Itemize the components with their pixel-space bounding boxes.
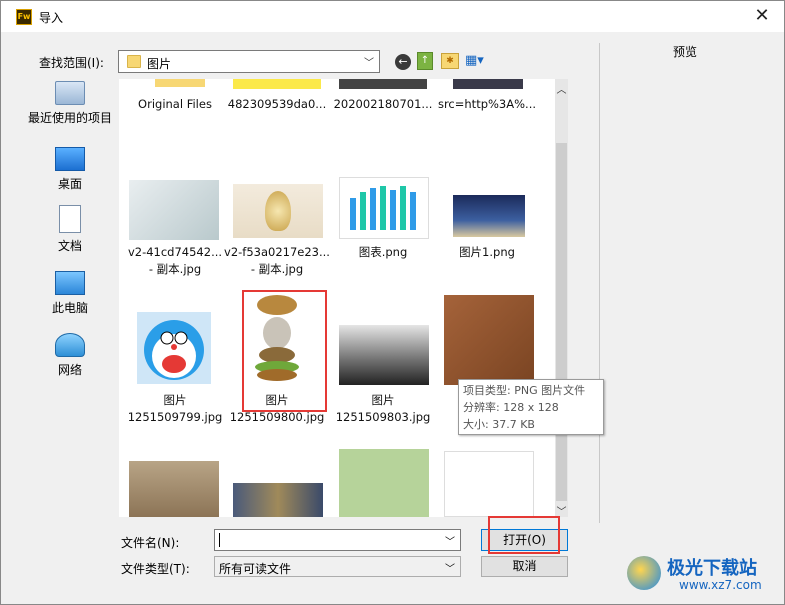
vertical-scrollbar[interactable]: ︿ ﹀ (555, 79, 568, 518)
file-label: - 副本.jpg (148, 262, 202, 276)
title-bar: Fw 导入 ✕ (1, 1, 784, 32)
new-folder-icon[interactable]: ✱ (441, 53, 459, 69)
file-label: 482309539da0... (227, 97, 327, 111)
watermark-title: 极光下载站 (667, 558, 757, 579)
tooltip-size: 大小: 37.7 KB (463, 418, 535, 431)
lookin-dropdown[interactable]: 图片 ﹀ (118, 50, 380, 73)
file-label: 图片 (163, 393, 187, 407)
place-label: 最近使用的项目 (27, 111, 112, 125)
scroll-up-icon[interactable]: ︿ (555, 81, 568, 96)
file-label: 图片1.png (459, 245, 515, 259)
tooltip-resolution: 分辨率: 128 x 128 (463, 401, 559, 414)
dialog-title: 导入 (39, 11, 64, 25)
image-thumbnail (129, 180, 219, 240)
open-button[interactable]: 打开(O) (481, 529, 568, 551)
desktop-icon (55, 147, 85, 171)
close-button[interactable]: ✕ (750, 4, 774, 28)
image-thumbnail (453, 195, 525, 237)
document-thumbnail (444, 451, 534, 517)
burger-cat-thumbnail (249, 293, 305, 385)
import-dialog: Fw 导入 ✕ 查找范围(I): 图片 ﹀ ← ↑ ✱ ▦▾ 最近使用的项目 桌… (0, 0, 785, 605)
scroll-down-icon[interactable]: ﹀ (555, 503, 568, 518)
file-label: 1251509799.jpg (127, 410, 223, 424)
back-icon[interactable]: ← (395, 54, 411, 70)
place-documents[interactable]: 文档 (23, 205, 117, 254)
image-thumbnail (129, 461, 219, 517)
watermark-url: www.xz7.com (679, 578, 762, 592)
perfume-bottle-graphic (265, 191, 291, 231)
documents-icon (59, 205, 81, 233)
place-desktop[interactable]: 桌面 (23, 147, 117, 192)
place-label: 文档 (57, 239, 82, 253)
file-label: v2-f53a0217e23... (224, 245, 330, 259)
preview-divider (599, 43, 600, 523)
filename-input[interactable]: ﹀ (214, 529, 461, 551)
place-label: 网络 (57, 363, 82, 377)
doraemon-thumbnail (137, 312, 211, 384)
lookin-label: 查找范围(I): (39, 56, 104, 70)
file-label: 图表.png (358, 245, 408, 259)
this-pc-icon (55, 271, 85, 295)
file-label: src=http%3A%... (437, 97, 537, 111)
doraemon-graphic (144, 320, 204, 380)
place-this-pc[interactable]: 此电脑 (23, 271, 117, 316)
cancel-button[interactable]: 取消 (481, 556, 568, 577)
chevron-down-icon: ﹀ (364, 58, 374, 69)
image-thumbnail (339, 449, 429, 517)
place-label: 桌面 (57, 177, 82, 191)
scroll-thumb[interactable] (556, 143, 567, 501)
place-recent[interactable]: 最近使用的项目 (23, 81, 117, 126)
lookin-value: 图片 (147, 57, 172, 71)
chevron-down-icon[interactable]: ﹀ (445, 533, 455, 548)
tooltip-type: 项目类型: PNG 图片文件 (463, 384, 586, 397)
preview-label: 预览 (673, 45, 698, 59)
file-label: 图片 (371, 393, 395, 407)
file-label: 图片 (265, 393, 289, 407)
file-label: 1251509800.jpg (229, 410, 325, 424)
place-network[interactable]: 网络 (23, 333, 117, 378)
image-thumbnail (339, 79, 427, 89)
network-icon (55, 333, 85, 357)
file-label: 202002180701... (333, 97, 433, 111)
image-thumbnail (339, 325, 429, 385)
image-thumbnail (453, 79, 523, 89)
up-folder-icon[interactable]: ↑ (417, 52, 433, 70)
text-caret (219, 533, 220, 547)
image-thumbnail (233, 483, 323, 517)
burger-cat-graphic (255, 295, 299, 381)
watermark: 极光下载站 www.xz7.com (627, 552, 783, 598)
file-label: Original Files (138, 97, 212, 111)
fireworks-app-icon: Fw (16, 9, 32, 25)
folder-icon (127, 55, 141, 68)
image-thumbnail (233, 79, 321, 89)
watermark-logo-icon (627, 556, 661, 590)
file-list[interactable]: Original Files 482309539da0... 202002180… (119, 79, 555, 517)
chevron-down-icon: ﹀ (445, 564, 455, 575)
place-label: 此电脑 (51, 301, 88, 315)
leather-texture-thumbnail (444, 295, 534, 385)
file-label: - 副本.jpg (250, 262, 304, 276)
filetype-label: 文件类型(T): (121, 562, 190, 576)
filetype-dropdown[interactable]: 所有可读文件 ﹀ (214, 556, 461, 577)
recent-items-icon (55, 81, 85, 105)
bar-chart-icon (350, 186, 416, 230)
folder-thumbnail (155, 79, 205, 87)
filetype-value: 所有可读文件 (219, 562, 292, 576)
chart-thumbnail (339, 177, 429, 239)
view-menu-icon[interactable]: ▦▾ (465, 53, 491, 69)
filename-label: 文件名(N): (121, 536, 180, 550)
file-info-tooltip: 项目类型: PNG 图片文件 分辨率: 128 x 128 大小: 37.7 K… (458, 379, 604, 435)
file-label: v2-41cd74542... (127, 245, 223, 259)
file-label: 1251509803.jpg (335, 410, 431, 424)
